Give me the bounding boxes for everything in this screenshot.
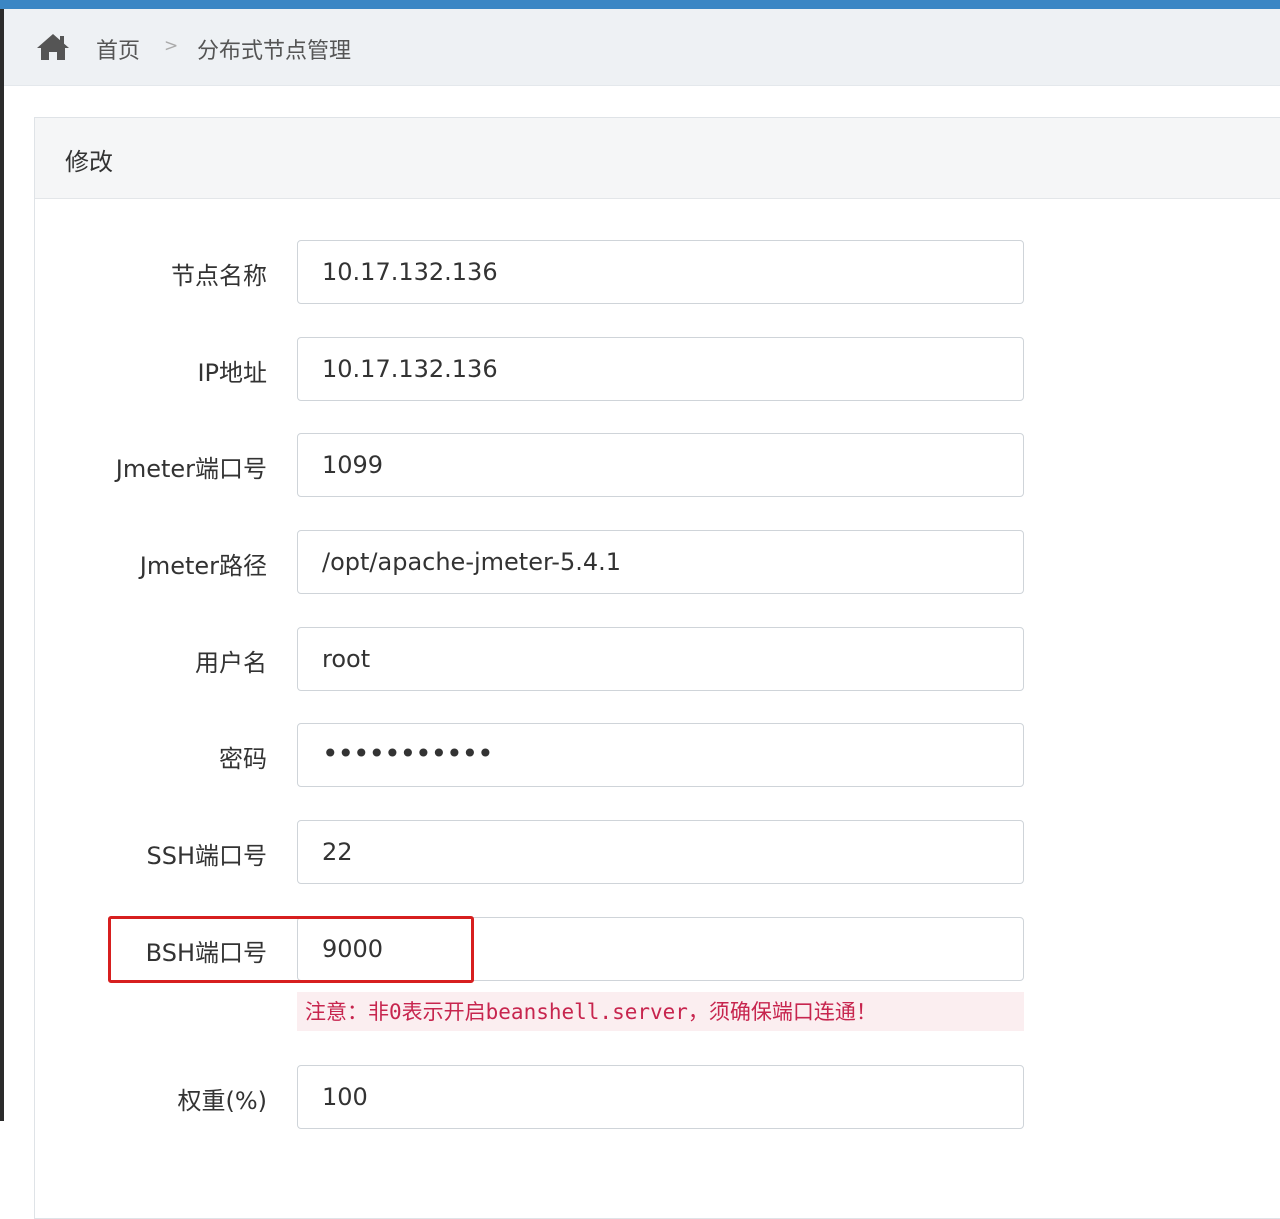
form-row-username: 用户名 [0, 627, 1280, 693]
breadcrumb: 首页 > 分布式节点管理 [4, 9, 1280, 86]
jmeter-path-input[interactable] [297, 530, 1024, 594]
form-row-ip: IP地址 [0, 337, 1280, 403]
password-label: 密码 [219, 745, 267, 773]
ssh-port-label: SSH端口号 [146, 842, 267, 870]
ip-label: IP地址 [197, 359, 267, 387]
breadcrumb-current: 分布式节点管理 [197, 39, 352, 64]
ip-input[interactable] [297, 337, 1024, 401]
ssh-port-input[interactable] [297, 820, 1024, 884]
username-input[interactable] [297, 627, 1024, 691]
highlight-annotation-box [108, 916, 474, 983]
form-row-node-name: 节点名称 [0, 240, 1280, 306]
weight-input[interactable] [297, 1065, 1024, 1129]
node-name-input[interactable] [297, 240, 1024, 304]
breadcrumb-home-link[interactable]: 首页 [96, 33, 140, 65]
form-row-password: 密码 ••••••••••• [0, 723, 1280, 789]
top-accent-bar [0, 0, 1280, 9]
home-icon[interactable] [35, 32, 71, 62]
breadcrumb-separator: > [164, 36, 179, 56]
form-row-jmeter-path: Jmeter路径 [0, 530, 1280, 596]
username-label: 用户名 [195, 649, 267, 677]
panel-header: 修改 [35, 118, 1280, 199]
bsh-port-note: 注意：非0表示开启beanshell.server，须确保端口连通！ [297, 992, 1024, 1031]
password-input[interactable] [297, 723, 1024, 787]
jmeter-port-input[interactable] [297, 433, 1024, 497]
form-row-weight: 权重(%) [0, 1065, 1280, 1131]
jmeter-path-label: Jmeter路径 [139, 552, 267, 580]
jmeter-port-label: Jmeter端口号 [115, 455, 267, 483]
form-row-jmeter-port: Jmeter端口号 [0, 433, 1280, 499]
form-row-ssh-port: SSH端口号 [0, 820, 1280, 886]
panel-title: 修改 [65, 148, 113, 176]
node-name-label: 节点名称 [171, 262, 267, 290]
weight-label: 权重(%) [177, 1087, 267, 1115]
